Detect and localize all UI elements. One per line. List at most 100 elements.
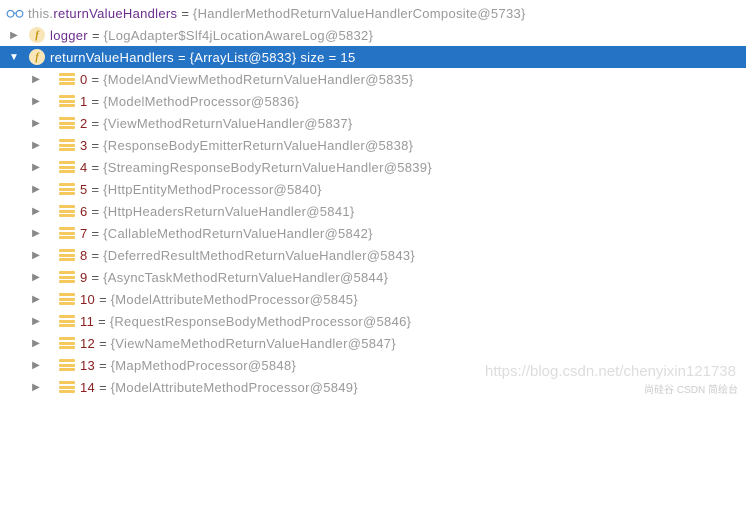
expand-arrow[interactable]: ▶	[28, 382, 44, 393]
item-value: {StreamingResponseBodyReturnValueHandler…	[103, 160, 432, 175]
element-icon	[58, 92, 76, 110]
equals-sign: =	[92, 204, 100, 219]
expand-arrow[interactable]: ▶	[28, 316, 44, 327]
expand-arrow[interactable]: ▶	[28, 74, 44, 85]
item-value: {MapMethodProcessor@5848}	[111, 358, 296, 373]
equals-sign: =	[99, 292, 107, 307]
list-item[interactable]: ▶ 5 ={HttpEntityMethodProcessor@5840}	[0, 178, 746, 200]
expand-arrow[interactable]: ▶	[6, 30, 22, 41]
this-prefix: this.	[28, 6, 53, 21]
equals-sign: =	[92, 116, 100, 131]
equals-sign: =	[92, 160, 100, 175]
equals-sign: =	[92, 182, 100, 197]
item-index: 0	[80, 72, 88, 87]
equals-sign: =	[181, 6, 189, 21]
item-value: {DeferredResultMethodReturnValueHandler@…	[103, 248, 415, 263]
item-value: {ResponseBodyEmitterReturnValueHandler@5…	[103, 138, 413, 153]
list-item[interactable]: ▶ 7 ={CallableMethodReturnValueHandler@584…	[0, 222, 746, 244]
list-item[interactable]: ▶2={ViewMethodReturnValueHandler@5837}	[0, 112, 746, 134]
variable-name: logger	[50, 28, 88, 43]
item-index: 1	[80, 94, 88, 109]
variable-row-logger[interactable]: ▶ f logger = {LogAdapter$Slf4jLocationAw…	[0, 24, 746, 46]
expand-arrow[interactable]: ▶	[28, 118, 44, 129]
element-icon	[58, 224, 76, 242]
element-icon	[58, 268, 76, 286]
equals-sign: =	[92, 138, 100, 153]
item-index: 5	[80, 182, 88, 197]
item-index: 3	[80, 138, 88, 153]
expand-arrow[interactable]: ▶	[28, 338, 44, 349]
collapse-arrow[interactable]: ▼	[6, 52, 22, 63]
equals-sign: =	[92, 248, 100, 263]
item-index: 12	[80, 336, 95, 351]
expand-arrow[interactable]: ▶	[28, 228, 44, 239]
item-index: 9	[80, 270, 88, 285]
variable-row-list-selected[interactable]: ▼ f returnValueHandlers = {ArrayList@583…	[0, 46, 746, 68]
item-index: 10	[80, 292, 95, 307]
item-value: {ModelAndViewMethodReturnValueHandler@58…	[103, 72, 413, 87]
expand-arrow[interactable]: ▶	[28, 96, 44, 107]
item-value: {AsyncTaskMethodReturnValueHandler@5844}	[103, 270, 388, 285]
equals-sign: =	[92, 226, 100, 241]
item-index: 14	[80, 380, 95, 395]
item-value: {ModelAttributeMethodProcessor@5849}	[111, 380, 358, 395]
field-icon: f	[28, 48, 46, 66]
list-item[interactable]: ▶1={ModelMethodProcessor@5836}	[0, 90, 746, 112]
variable-name: returnValueHandlers	[53, 6, 177, 21]
item-value: {RequestResponseBodyMethodProcessor@5846…	[110, 314, 412, 329]
expand-arrow[interactable]: ▶	[28, 162, 44, 173]
list-item[interactable]: ▶11={RequestResponseBodyMethodProcessor@…	[0, 310, 746, 332]
variable-name: returnValueHandlers	[50, 50, 174, 65]
list-item[interactable]: ▶ 9 ={AsyncTaskMethodReturnValueHandler@58…	[0, 266, 746, 288]
variable-value: {LogAdapter$Slf4jLocationAwareLog@5832}	[104, 28, 374, 43]
item-value: {HttpHeadersReturnValueHandler@5841}	[103, 204, 354, 219]
expand-arrow[interactable]: ▶	[28, 140, 44, 151]
list-item[interactable]: ▶ 3 ={ResponseBodyEmitterReturnValueHandle…	[0, 134, 746, 156]
variable-row-root[interactable]: this. returnValueHandlers = {HandlerMeth…	[0, 2, 746, 24]
list-item[interactable]: ▶ 0 ={ModelAndViewMethodReturnValueHandler…	[0, 68, 746, 90]
item-value: {ViewNameMethodReturnValueHandler@5847}	[111, 336, 396, 351]
equals-sign: =	[92, 94, 100, 109]
equals-sign: =	[178, 50, 186, 65]
item-index: 11	[80, 314, 94, 329]
equals-sign: =	[92, 270, 100, 285]
item-value: {ModelAttributeMethodProcessor@5845}	[111, 292, 358, 307]
equals-sign: =	[92, 72, 100, 87]
element-icon	[58, 136, 76, 154]
element-icon	[58, 356, 76, 374]
variable-value: {HandlerMethodReturnValueHandlerComposit…	[193, 6, 526, 21]
element-icon	[58, 290, 76, 308]
list-item[interactable]: ▶12={ViewNameMethodReturnValueHandler@58…	[0, 332, 746, 354]
expand-arrow[interactable]: ▶	[28, 206, 44, 217]
item-value: {CallableMethodReturnValueHandler@5842}	[103, 226, 373, 241]
field-icon: f	[28, 26, 46, 44]
list-item[interactable]: ▶ 10 = {ModelAttributeMethodProcessor@5845}	[0, 288, 746, 310]
expand-arrow[interactable]: ▶	[28, 250, 44, 261]
list-items-container: ▶0={ModelAndViewMethodReturnValueHandler…	[0, 68, 746, 398]
equals-sign: =	[99, 358, 107, 373]
expand-arrow[interactable]: ▶	[28, 360, 44, 371]
element-icon	[58, 70, 76, 88]
item-index: 13	[80, 358, 95, 373]
list-item[interactable]: ▶ 14 = {ModelAttributeMethodProcessor@5849}	[0, 376, 746, 398]
expand-arrow[interactable]: ▶	[28, 272, 44, 283]
item-value: {HttpEntityMethodProcessor@5840}	[103, 182, 322, 197]
variable-value: {ArrayList@5833} size = 15	[190, 50, 356, 65]
element-icon	[58, 114, 76, 132]
expand-arrow[interactable]: ▶	[28, 184, 44, 195]
item-index: 2	[80, 116, 88, 131]
item-index: 7	[80, 226, 88, 241]
expand-arrow[interactable]: ▶	[28, 294, 44, 305]
element-icon	[58, 246, 76, 264]
element-icon	[58, 180, 76, 198]
element-icon	[58, 158, 76, 176]
equals-sign: =	[99, 380, 107, 395]
list-item[interactable]: ▶ 13 = {MapMethodProcessor@5848}	[0, 354, 746, 376]
list-item[interactable]: ▶6={HttpHeadersReturnValueHandler@5841}	[0, 200, 746, 222]
watch-icon	[6, 4, 24, 22]
list-item[interactable]: ▶ 4 ={StreamingResponseBodyReturnValueHand…	[0, 156, 746, 178]
item-index: 8	[80, 248, 88, 263]
element-icon	[58, 378, 76, 396]
list-item[interactable]: ▶ 8 ={DeferredResultMethodReturnValueHandl…	[0, 244, 746, 266]
item-index: 4	[80, 160, 88, 175]
